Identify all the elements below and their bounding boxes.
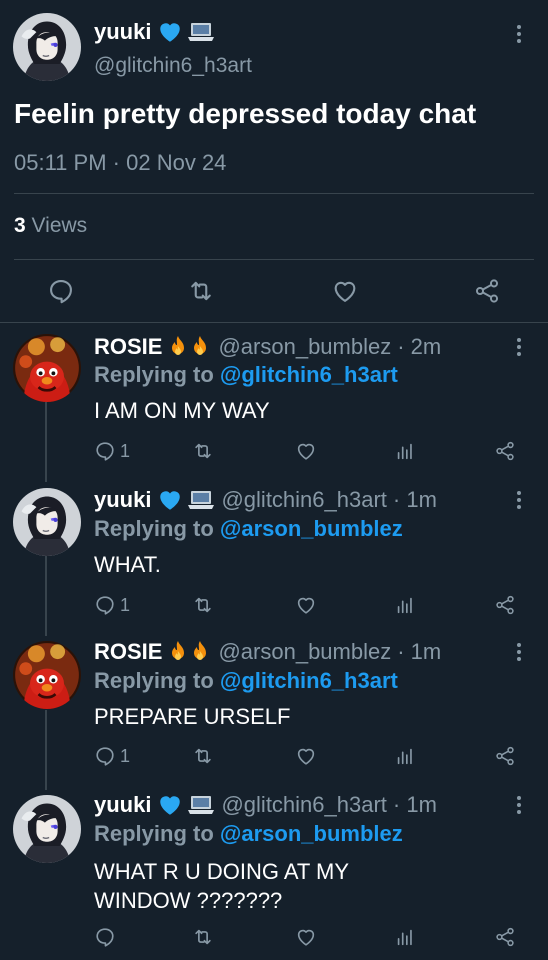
share-icon[interactable] [494, 440, 516, 462]
views-icon[interactable] [394, 440, 416, 462]
reply-author-row: yuuki @glitchin6_h3art · 1m [94, 790, 437, 820]
like-icon[interactable] [295, 440, 317, 462]
user-handle[interactable]: @arson_bumblez [218, 639, 391, 665]
replying-label: Replying to [94, 362, 214, 387]
blue-heart-emoji-icon [157, 487, 183, 513]
fire-emoji-icon [168, 335, 188, 359]
reply-icon[interactable] [94, 745, 116, 767]
reply-time: · 2m [397, 334, 442, 359]
laptop-emoji-icon [187, 22, 215, 42]
tweet-time: 05:11 PM [14, 150, 107, 175]
divider [0, 322, 548, 323]
more-icon[interactable] [513, 337, 525, 357]
views-icon[interactable] [394, 926, 416, 948]
mention-link[interactable]: @arson_bumblez [220, 821, 403, 846]
reply-time: · 1m [392, 792, 437, 817]
tweet-text: Feelin pretty depressed today chat [14, 98, 477, 129]
share-icon[interactable] [494, 926, 516, 948]
thread-line [45, 402, 47, 482]
avatar[interactable] [13, 13, 81, 81]
reply-text: PREPARE URSELF [94, 704, 291, 729]
reply-time: · 1m [392, 487, 437, 512]
more-icon[interactable] [513, 795, 525, 815]
mention-link[interactable]: @glitchin6_h3art [220, 362, 398, 387]
retweet-icon[interactable] [192, 745, 214, 767]
divider [14, 193, 534, 194]
reply-count: 1 [120, 441, 131, 461]
fire-emoji-icon [168, 640, 188, 664]
more-icon[interactable] [513, 24, 525, 44]
avatar[interactable] [13, 488, 81, 556]
retweet-icon[interactable] [192, 926, 214, 948]
replying-to: Replying to @arson_bumblez [94, 516, 403, 542]
user-handle[interactable]: @arson_bumblez [218, 334, 391, 360]
reply-author-row: ROSIE @arson_bumblez · 1m [94, 637, 441, 667]
replying-to: Replying to @glitchin6_h3art [94, 668, 398, 694]
replying-label: Replying to [94, 821, 214, 846]
retweet-icon[interactable] [192, 440, 214, 462]
user-handle[interactable]: @glitchin6_h3art [221, 792, 386, 818]
reply-text-line: WINDOW ??????? [94, 888, 283, 913]
display-name[interactable]: yuuki [94, 487, 151, 513]
share-icon[interactable] [494, 745, 516, 767]
retweet-icon[interactable] [192, 594, 214, 616]
reply-count: 1 [120, 746, 131, 766]
tweet-date: 02 Nov 24 [126, 150, 227, 175]
laptop-emoji-icon [187, 490, 215, 510]
replying-label: Replying to [94, 516, 214, 541]
more-icon[interactable] [513, 642, 525, 662]
user-handle[interactable]: @glitchin6_h3art [221, 487, 386, 513]
timestamp-separator: · [112, 150, 120, 175]
avatar[interactable] [13, 641, 81, 709]
fire-emoji-icon [190, 335, 210, 359]
share-icon[interactable] [494, 594, 516, 616]
thread-line [45, 710, 47, 790]
reply-icon[interactable] [47, 277, 75, 305]
reply-icon[interactable] [94, 440, 116, 462]
display-name[interactable]: yuuki [94, 792, 151, 818]
fire-emoji-icon [190, 640, 210, 664]
mention-link[interactable]: @glitchin6_h3art [220, 668, 398, 693]
display-name[interactable]: ROSIE [94, 334, 162, 360]
retweet-icon[interactable] [187, 277, 215, 305]
views-count: 3 [14, 214, 26, 237]
views-icon[interactable] [394, 745, 416, 767]
replying-to: Replying to @arson_bumblez [94, 821, 403, 847]
reply-icon[interactable] [94, 926, 116, 948]
replying-to: Replying to @glitchin6_h3art [94, 362, 398, 388]
views-label: Views [31, 214, 88, 237]
reply-text: WHAT R U DOING AT MY WINDOW ??????? [94, 857, 349, 915]
avatar[interactable] [13, 334, 81, 402]
main-author-row: yuuki [94, 17, 215, 47]
reply-text: WHAT. [94, 552, 161, 577]
divider [14, 259, 534, 260]
like-icon[interactable] [295, 926, 317, 948]
reply-text: I AM ON MY WAY [94, 398, 270, 423]
mention-link[interactable]: @arson_bumblez [220, 516, 403, 541]
display-name[interactable]: yuuki [94, 19, 151, 45]
reply-author-row: yuuki @glitchin6_h3art · 1m [94, 485, 437, 515]
like-icon[interactable] [295, 745, 317, 767]
replying-label: Replying to [94, 668, 214, 693]
share-icon[interactable] [473, 277, 501, 305]
more-icon[interactable] [513, 490, 525, 510]
avatar[interactable] [13, 795, 81, 863]
blue-heart-emoji-icon [157, 19, 183, 45]
blue-heart-emoji-icon [157, 792, 183, 818]
like-icon[interactable] [331, 277, 359, 305]
reply-count: 1 [120, 595, 131, 615]
views-stat[interactable]: 3 Views [14, 214, 87, 238]
user-handle[interactable]: @glitchin6_h3art [94, 54, 252, 78]
thread-line [45, 556, 47, 636]
display-name[interactable]: ROSIE [94, 639, 162, 665]
laptop-emoji-icon [187, 795, 215, 815]
tweet-timestamp: 05:11 PM · 02 Nov 24 [14, 150, 226, 176]
reply-time: · 1m [397, 639, 442, 664]
views-icon[interactable] [394, 594, 416, 616]
like-icon[interactable] [295, 594, 317, 616]
reply-icon[interactable] [94, 594, 116, 616]
reply-author-row: ROSIE @arson_bumblez · 2m [94, 332, 441, 362]
reply-text-line: WHAT R U DOING AT MY [94, 859, 350, 884]
